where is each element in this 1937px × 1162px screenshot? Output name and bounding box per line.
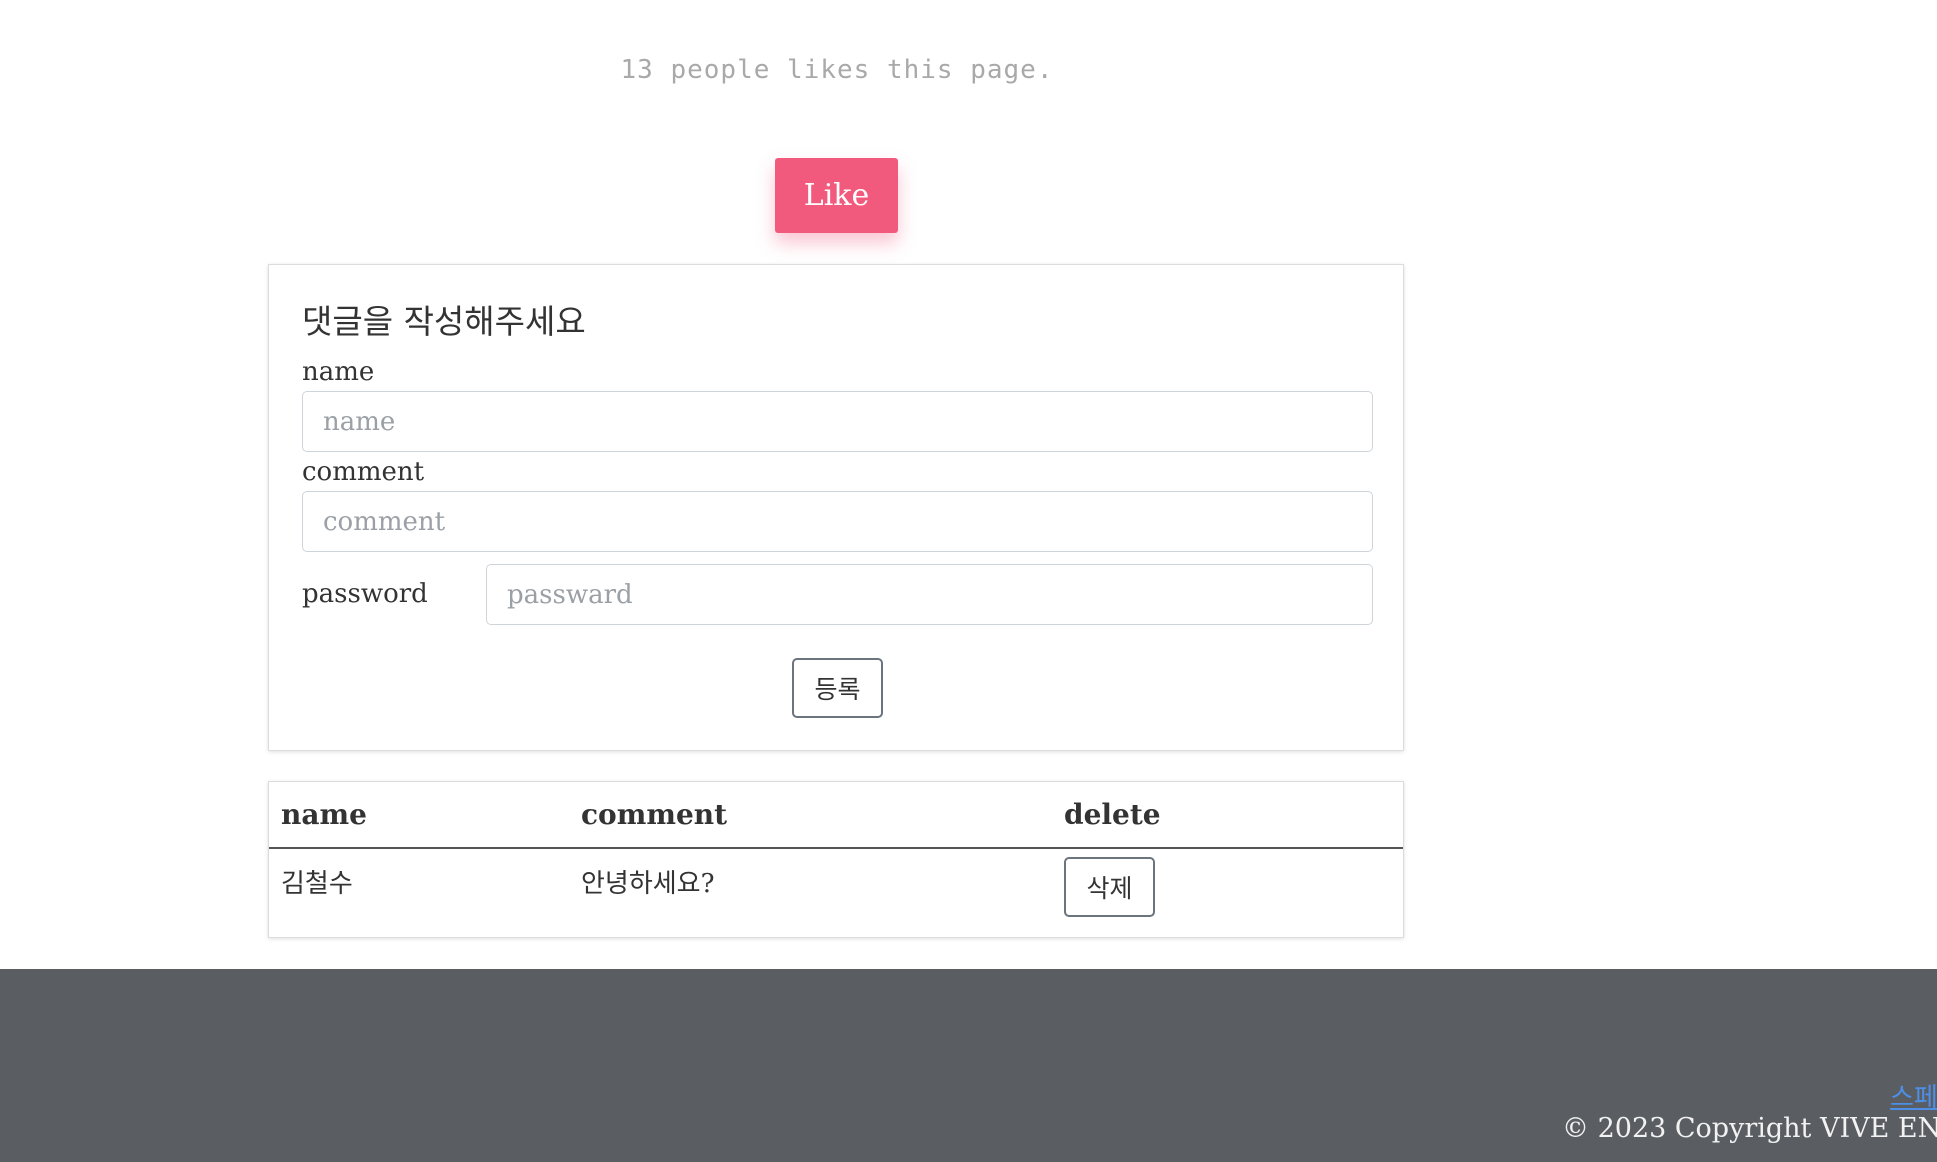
- name-input[interactable]: [302, 391, 1373, 452]
- column-header-delete: delete: [1052, 782, 1403, 849]
- footer-link[interactable]: 스페: [1890, 1077, 1937, 1114]
- comment-form-card: 댓글을 작성해주세요 name comment password 등록: [268, 264, 1404, 751]
- comment-label: comment: [302, 457, 425, 487]
- password-input[interactable]: [486, 564, 1373, 625]
- table-header-row: name comment delete: [269, 782, 1403, 849]
- delete-cell: 삭제: [1052, 848, 1403, 922]
- comment-input[interactable]: [302, 491, 1373, 552]
- comments-table-card: name comment delete 김철수 안녕하세요? 삭제: [268, 781, 1404, 938]
- comment-author: 김철수: [281, 869, 353, 899]
- column-header-comment: comment: [569, 782, 1052, 849]
- column-header-name: name: [269, 782, 569, 849]
- copyright-text: © 2023 Copyright VIVE ENTER: [1562, 1113, 1937, 1144]
- like-count-text: 13 people likes this page.: [620, 55, 1054, 85]
- comment-form-title: 댓글을 작성해주세요: [302, 302, 586, 341]
- submit-button[interactable]: 등록: [792, 658, 883, 718]
- comment-text: 안녕하세요?: [581, 869, 715, 899]
- table-row: 김철수 안녕하세요? 삭제: [269, 848, 1403, 922]
- name-label: name: [302, 357, 375, 387]
- comments-table: name comment delete 김철수 안녕하세요? 삭제: [269, 782, 1403, 922]
- footer: 스페 © 2023 Copyright VIVE ENTER: [0, 969, 1937, 1162]
- delete-button[interactable]: 삭제: [1064, 857, 1155, 917]
- password-label: password: [302, 579, 428, 609]
- like-button[interactable]: Like: [775, 158, 898, 233]
